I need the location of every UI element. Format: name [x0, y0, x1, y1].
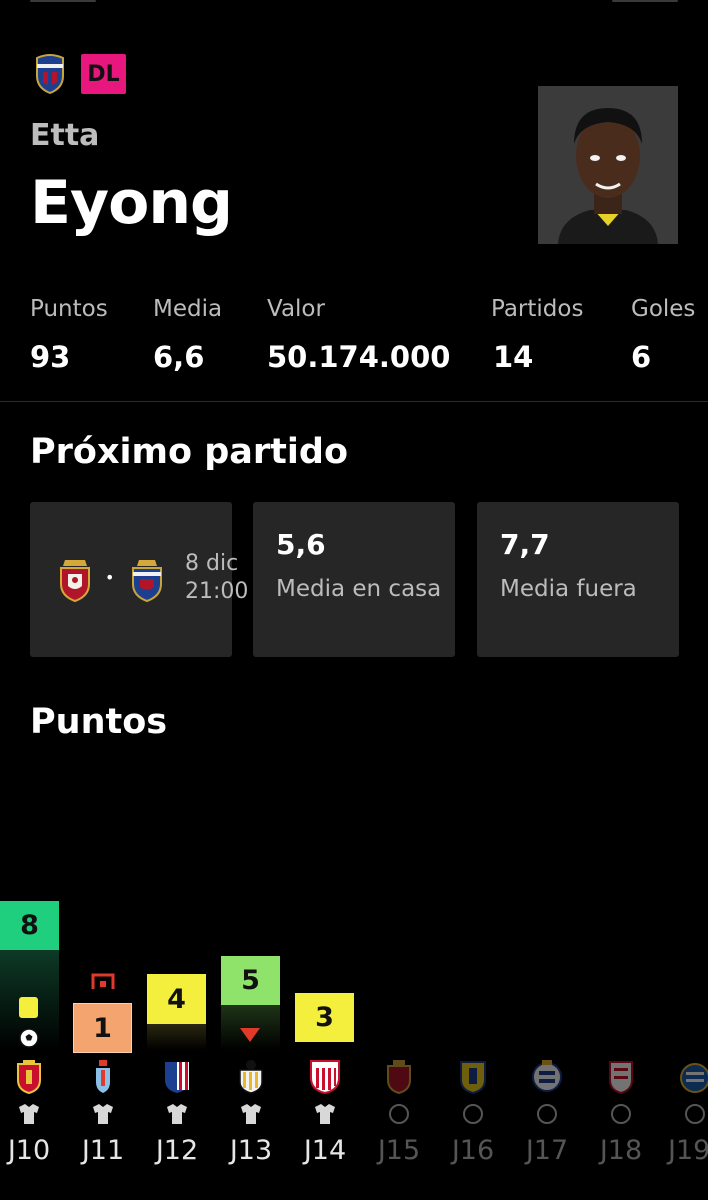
player-last-name: Eyong — [30, 168, 233, 238]
home-average-value: 5,6 — [276, 528, 326, 561]
stat-label-valor: Valor — [267, 296, 325, 322]
sevilla-crest-icon — [609, 1061, 633, 1094]
stat-value-partidos: 14 — [493, 340, 534, 374]
jersey-icon — [19, 1104, 39, 1124]
yellow-card-icon — [19, 997, 38, 1018]
match-separator: • — [105, 568, 115, 587]
round-label-j17[interactable]: J17 — [510, 1135, 584, 1166]
athletic-crest-icon — [310, 1060, 340, 1094]
jersey-icon — [167, 1104, 187, 1124]
round-label-j11[interactable]: J11 — [66, 1135, 140, 1166]
away-average-label: Media fuera — [500, 576, 637, 602]
section-divider — [0, 401, 708, 402]
round-label-j19[interactable]: J19 — [658, 1135, 708, 1166]
levante-crest-icon — [132, 560, 162, 602]
stat-value-puntos: 93 — [30, 340, 71, 374]
espanyol-crest-icon — [680, 1063, 708, 1093]
jersey-icon — [315, 1104, 335, 1124]
points-title: Puntos — [30, 702, 168, 742]
away-average-card: 7,7 Media fuera — [477, 502, 679, 657]
real-sociedad-crest-icon — [532, 1060, 562, 1092]
clock-icon — [685, 1104, 705, 1124]
substituted-out-icon — [240, 1028, 260, 1042]
mallorca-crest-icon — [17, 1060, 41, 1094]
stat-label-puntos: Puntos — [30, 296, 108, 322]
points-value-j11[interactable]: 1 — [73, 1003, 132, 1053]
points-value-j14[interactable]: 3 — [295, 993, 354, 1042]
round-label-j18[interactable]: J18 — [584, 1135, 658, 1166]
clock-icon — [463, 1104, 483, 1124]
stat-value-valor: 50.174.000 — [267, 340, 451, 374]
points-value-j10: 8 — [0, 901, 59, 950]
stat-value-media: 6,6 — [153, 340, 205, 374]
round-label-j14[interactable]: J14 — [288, 1135, 362, 1166]
valencia-crest-icon — [239, 1060, 263, 1094]
clock-icon — [537, 1104, 557, 1124]
round-label-j10[interactable]: J10 — [0, 1135, 66, 1166]
celta-crest-icon — [96, 1060, 110, 1093]
player-photo — [538, 86, 678, 244]
player-first-name: Etta — [30, 118, 100, 153]
home-average-card: 5,6 Media en casa — [253, 502, 455, 657]
stat-label-media: Media — [153, 296, 223, 322]
osasuna-crest-icon — [387, 1060, 411, 1094]
goal-post-icon — [91, 973, 115, 989]
next-match-title: Próximo partido — [30, 432, 348, 472]
position-badge: DL — [81, 54, 126, 94]
osasuna-crest-icon — [60, 560, 90, 602]
levante-crest-icon — [36, 54, 64, 94]
top-nav-fragment-left — [30, 0, 96, 2]
round-label-j12[interactable]: J12 — [140, 1135, 214, 1166]
round-label-j13[interactable]: J13 — [214, 1135, 288, 1166]
points-value-j13[interactable]: 5 — [221, 956, 280, 1005]
round-label-j15[interactable]: J15 — [362, 1135, 436, 1166]
jersey-icon — [241, 1104, 261, 1124]
points-value-j12[interactable]: 4 — [147, 974, 206, 1024]
home-average-label: Media en casa — [276, 576, 442, 602]
stat-label-partidos: Partidos — [491, 296, 584, 322]
points-bar-j12 — [147, 1024, 206, 1050]
stat-value-goles: 6 — [631, 340, 652, 374]
top-nav-fragment-right — [612, 0, 678, 2]
atletico-crest-icon — [165, 1062, 189, 1093]
stat-label-goles: Goles — [631, 296, 696, 322]
clock-icon — [389, 1104, 409, 1124]
away-average-value: 7,7 — [500, 528, 550, 561]
clock-icon — [611, 1104, 631, 1124]
round-label-j16[interactable]: J16 — [436, 1135, 510, 1166]
goal-ball-icon — [19, 1028, 39, 1048]
jersey-icon — [93, 1104, 113, 1124]
villarreal-crest-icon — [460, 1061, 486, 1094]
